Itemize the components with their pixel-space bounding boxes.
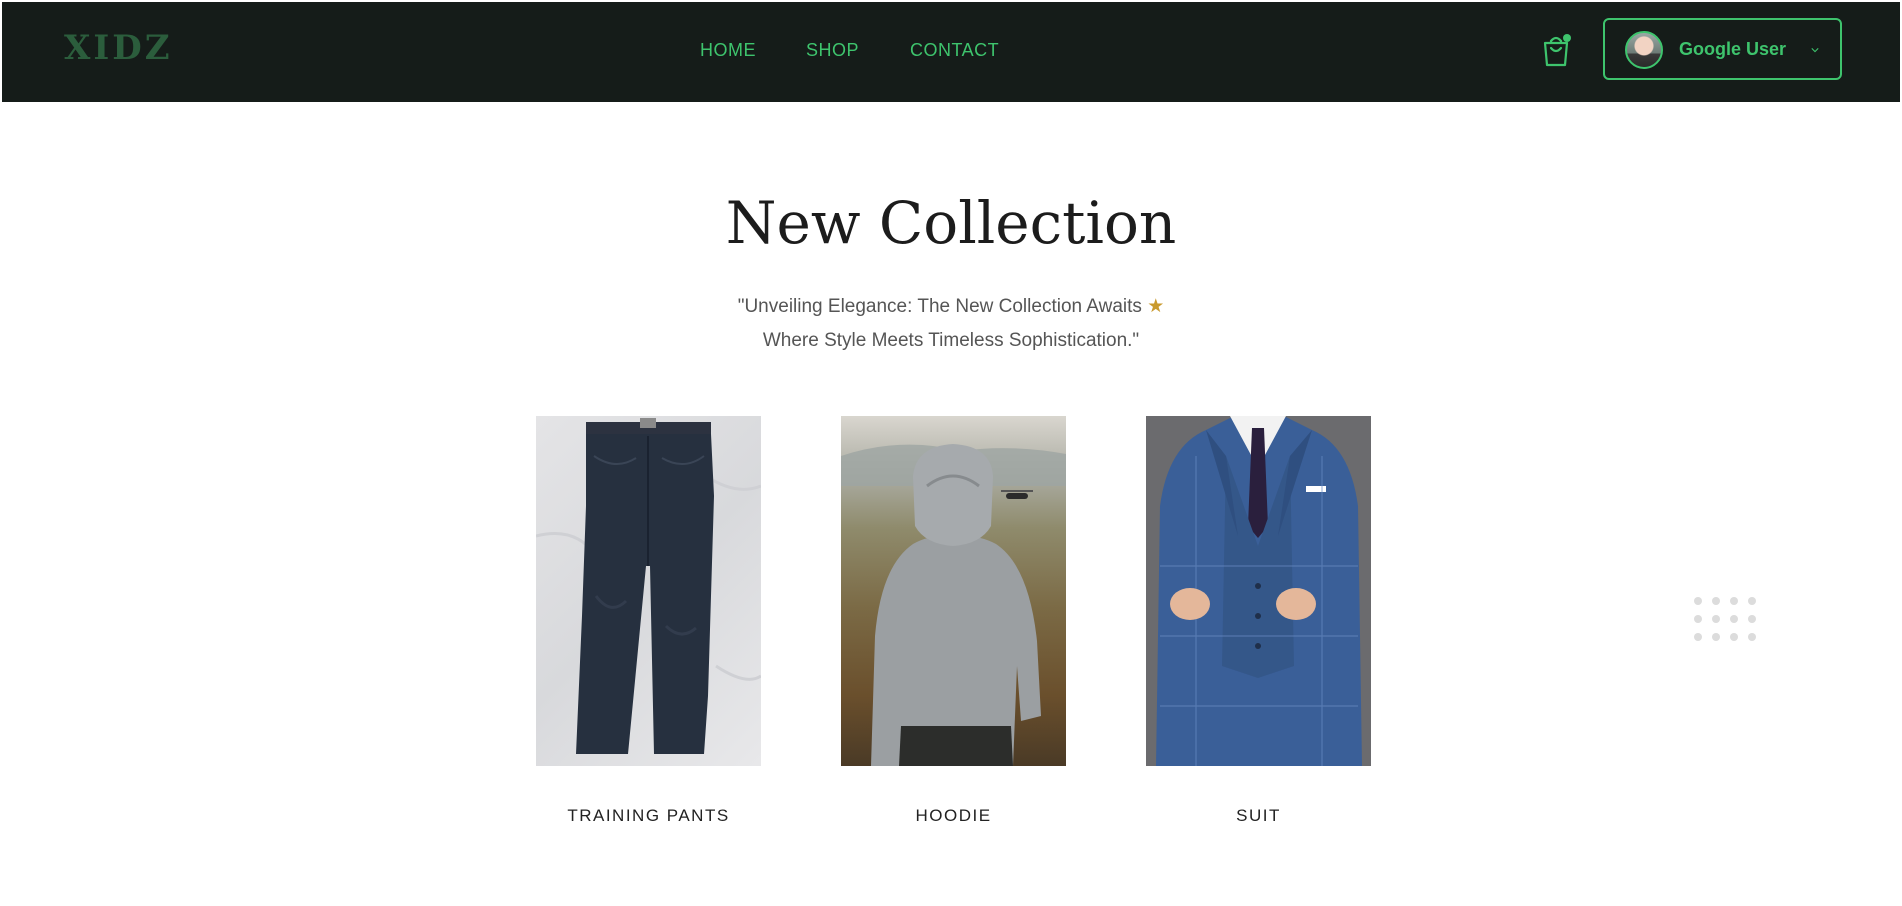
- product-name[interactable]: HOODIE: [841, 806, 1066, 826]
- nav-shop-link[interactable]: SHOP: [806, 40, 859, 61]
- user-menu-button[interactable]: Google User: [1603, 18, 1842, 80]
- brand-logo[interactable]: XIDZ: [64, 28, 173, 68]
- product-card-hoodie[interactable]: HOODIE: [841, 416, 1066, 826]
- tagline-line-2: Where Style Meets Timeless Sophisticatio…: [762, 330, 1140, 351]
- star-icon: ★: [1147, 296, 1165, 317]
- jeans-photo[interactable]: [536, 416, 761, 766]
- user-name: Google User: [1679, 39, 1787, 59]
- tagline-line-1: "Unveiling Elegance: The New Collection …: [737, 296, 1142, 317]
- page-title: New Collection: [725, 189, 1177, 257]
- dot-grid-icon: [1694, 597, 1758, 645]
- page: XIDZ HOME SHOP CONTACT Google User New C…: [0, 0, 1902, 906]
- hoodie-photo[interactable]: [841, 416, 1066, 766]
- chevron-down-icon: [1811, 48, 1819, 53]
- suit-photo[interactable]: [1146, 416, 1371, 766]
- product-card-training-pants[interactable]: TRAINING PANTS: [536, 416, 761, 826]
- product-name[interactable]: TRAINING PANTS: [536, 806, 761, 826]
- product-name[interactable]: SUIT: [1146, 806, 1371, 826]
- top-navbar: XIDZ HOME SHOP CONTACT Google User: [2, 2, 1900, 102]
- cart-button[interactable]: [1542, 34, 1572, 68]
- collection-tagline: "Unveiling Elegance: The New Collection …: [0, 290, 1902, 358]
- nav-home-link[interactable]: HOME: [700, 40, 756, 61]
- cart-notification-badge: [1563, 34, 1571, 42]
- avatar: [1625, 31, 1663, 69]
- product-card-suit[interactable]: SUIT: [1146, 416, 1371, 826]
- main-nav: HOME SHOP CONTACT: [700, 40, 999, 61]
- nav-contact-link[interactable]: CONTACT: [910, 40, 999, 61]
